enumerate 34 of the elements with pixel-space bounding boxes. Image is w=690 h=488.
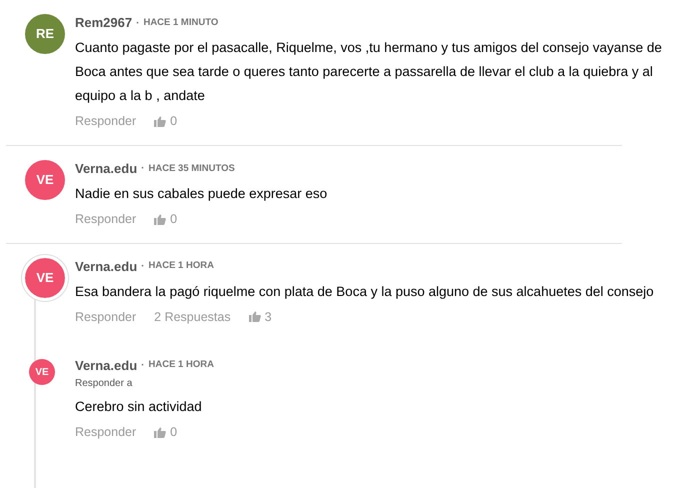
time-label: HACE 1 MINUTO xyxy=(143,16,218,30)
separator-dot: · xyxy=(136,16,140,30)
author-name[interactable]: Verna.edu xyxy=(75,356,138,375)
comment-text: Cuanto pagaste por el pasacalle, Riquelme, vos ,tu hermano y tus amigos del consejo vayanse de Boca antes que sea tarde o queres tanto parecerte a passarella de llevar el club a la quiebra y al equipo a la b , andate xyxy=(75,39,663,105)
time-label: HACE 1 HORA xyxy=(148,259,214,274)
like-button[interactable]: 0 xyxy=(154,423,178,442)
thumbs-up-icon xyxy=(154,427,166,438)
reply-link[interactable]: Responder xyxy=(75,423,136,442)
separator-dot: · xyxy=(141,260,144,274)
avatar: VE xyxy=(25,160,65,200)
avatar: RE xyxy=(25,14,65,54)
thumbs-up-icon xyxy=(154,214,166,225)
comment-text: Nadie en sus cabales puede expresar eso xyxy=(75,184,328,203)
like-button[interactable]: 3 xyxy=(248,308,272,326)
author-name[interactable]: Verna.edu xyxy=(75,256,138,276)
reply-link[interactable]: Responder xyxy=(75,308,136,326)
avatar: VE xyxy=(29,359,55,386)
replies-link[interactable]: 2 Respuestas xyxy=(154,308,231,326)
like-button[interactable]: 0 xyxy=(154,210,178,228)
author-name[interactable]: Verna.edu xyxy=(75,159,138,178)
comment-text: Cerebro sin actividad xyxy=(75,398,203,416)
like-button[interactable]: 0 xyxy=(154,112,178,131)
time-label: HACE 35 MINUTOS xyxy=(148,162,235,176)
reply-link[interactable]: Responder xyxy=(75,112,136,131)
separator-dot: · xyxy=(141,162,144,176)
separator-dot: · xyxy=(141,358,144,373)
thumbs-up-icon xyxy=(154,116,166,127)
comment-text: Esa bandera la pagó riquelme con plata de Boca y la puso alguno de sus alcahuetes del consejo xyxy=(75,282,655,301)
reply-link[interactable]: Responder xyxy=(75,210,136,228)
reply-to-label: Responder a xyxy=(75,377,134,392)
avatar: VE xyxy=(25,258,65,298)
author-name[interactable]: Rem2967 xyxy=(75,13,132,33)
thumbs-up-icon xyxy=(248,311,261,322)
time-label: HACE 1 HORA xyxy=(148,358,214,372)
